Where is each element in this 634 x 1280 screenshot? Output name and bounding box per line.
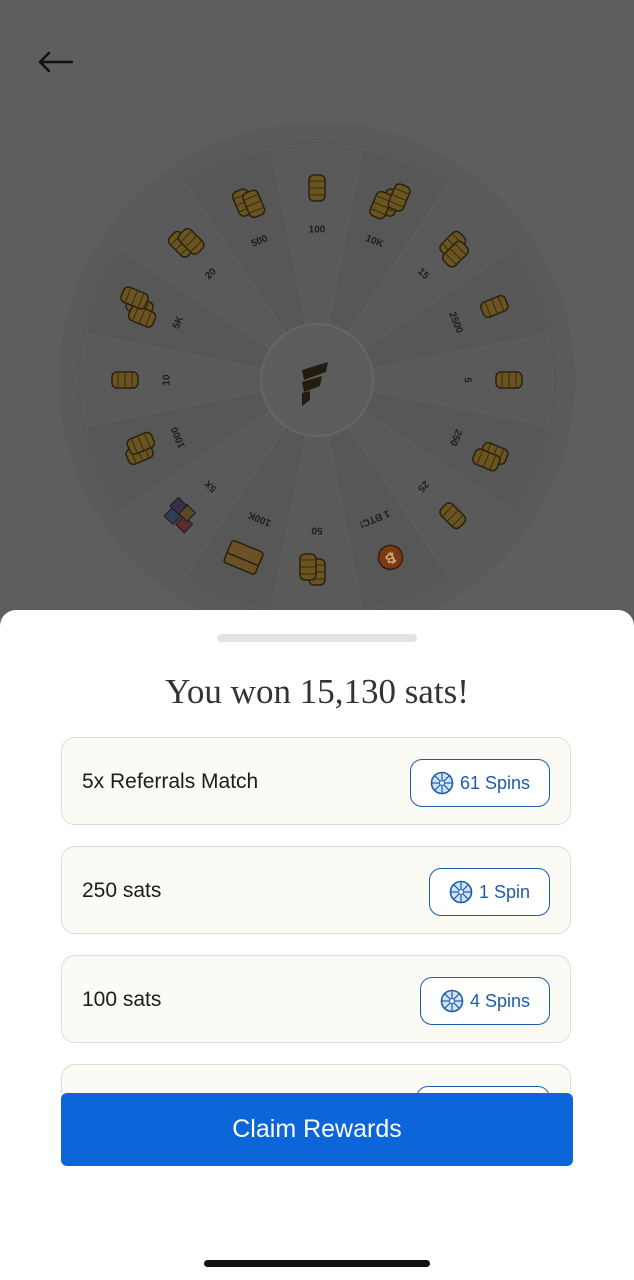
rewards-sheet: You won 15,130 sats! 5x Referrals Match … [0,610,634,1280]
spins-badge[interactable]: 61 Spins [409,759,550,807]
reward-card [61,1064,571,1093]
reward-card: 5x Referrals Match 61 Spins [61,737,571,825]
spins-badge[interactable] [416,1086,550,1093]
prize-wheel: 50010010K1525005250251 BTC!₿50100K5X1000… [59,122,575,638]
spins-badge[interactable]: 4 Spins [419,977,550,1025]
sats-coins-icon [308,174,326,202]
sats-coins-icon [111,371,139,389]
reward-label: 100 sats [82,988,162,1011]
spin-wheel-icon [440,989,464,1013]
reward-card: 100 sats 4 Spins [61,955,571,1043]
reward-label: 250 sats [82,879,162,902]
wheel-segment-label: 10 [162,374,173,386]
wheel-segment-label: 50 [311,524,323,535]
wheel-segment-label: 5 [461,377,472,383]
won-title: You won 15,130 sats! [165,672,469,711]
spin-wheel-icon [449,880,473,904]
spins-count: 61 Spins [459,772,530,793]
sats-coins-icon [495,371,523,389]
reward-list[interactable]: 5x Referrals Match 61 Spins 250 sats 1 S… [61,737,573,1093]
spin-wheel-icon [430,771,454,795]
sheet-grabber[interactable] [217,634,417,642]
reward-card: 250 sats 1 Spin [61,846,571,934]
wheel-segment-label: 100 [309,225,326,236]
claim-rewards-button[interactable]: Claim Rewards [61,1093,573,1166]
spins-count: 1 Spin [478,881,530,902]
spins-badge[interactable]: 1 Spin [428,868,550,916]
spins-count: 4 Spins [469,990,530,1011]
reward-label: 5x Referrals Match [82,770,259,793]
sats-coins-icon [299,553,326,586]
home-indicator [204,1260,430,1267]
